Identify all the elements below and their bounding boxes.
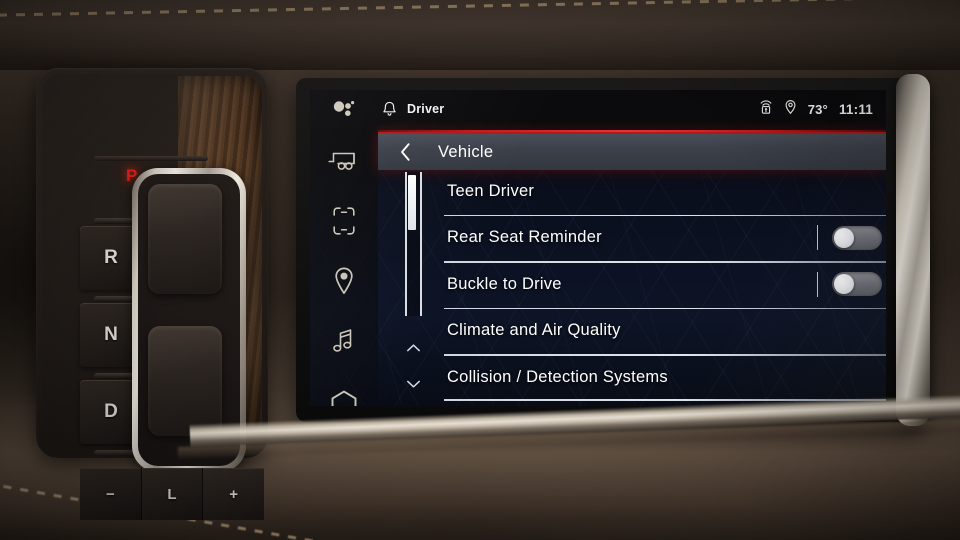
chevron-down-icon[interactable] [400,370,426,398]
page-header: Vehicle [378,132,886,170]
list-item-control [816,271,887,297]
list-item-label: Teen Driver [447,181,535,200]
list-item-label: Collision / Detection Systems [447,367,668,386]
status-bar: Driver 73° 11:11 [310,90,886,128]
scrollbar-thumb[interactable] [407,174,416,230]
shifter-rocker-upper[interactable] [148,184,222,294]
bell-icon[interactable] [382,101,397,117]
sidebar-item-audio[interactable] [323,324,365,358]
control-divider [816,271,818,297]
scrollbar-track[interactable] [404,172,422,316]
sidebar-item-trailering[interactable] [323,144,365,178]
list-item[interactable]: Buckle to Drive [444,261,886,308]
toggle-knob [834,227,854,248]
apps-dots-icon[interactable] [310,100,378,118]
list-item[interactable]: Collision / Detection Systems [444,354,886,401]
list-item[interactable]: Teen Driver [444,168,886,215]
list-scrollbar[interactable] [396,172,430,406]
back-button[interactable] [378,134,432,170]
shifter-rocker-lower[interactable] [148,326,222,436]
list-item-label: Rear Seat Reminder [447,228,602,247]
list-item-label: Climate and Air Quality [447,321,621,340]
infotainment-screen[interactable]: Driver 73° 11:11 Vehicle Teen Driver Rea… [310,90,886,406]
list-item-control [816,225,887,251]
page-title: Vehicle [438,142,494,161]
toggle-knob [834,274,854,295]
list-item[interactable]: Climate and Air Quality [444,307,886,355]
location-pin-icon[interactable] [784,99,797,120]
wifi-hotspot-icon[interactable] [759,99,773,120]
clock-readout: 11:11 [838,101,873,117]
profile-label[interactable]: Driver [407,102,444,116]
buckle-to-drive-toggle[interactable] [832,272,882,297]
settings-list: Teen Driver Rear Seat Reminder Buckle to… [444,168,886,406]
list-item[interactable]: Rear Seat Reminder [444,214,887,262]
gear-shifter-console: P R N D − L + [36,68,268,520]
sidebar-item-home[interactable] [323,384,365,406]
park-slot [94,156,208,161]
range-button-row: − L + [80,468,265,520]
sidebar-item-phone-projection[interactable] [323,204,365,238]
temperature-readout: 73° [807,101,828,117]
range-minus-button[interactable]: − [80,468,142,520]
bezel-chrome-trim [896,74,930,426]
sidebar-rail [310,128,378,406]
chevron-up-icon[interactable] [400,334,426,362]
range-plus-button[interactable]: + [203,468,265,520]
rear-seat-reminder-toggle[interactable] [832,225,882,250]
control-divider [816,225,818,251]
sidebar-item-navigation[interactable] [323,264,365,298]
list-item-label: Buckle to Drive [447,274,562,293]
status-indicators: 73° 11:11 [759,99,886,120]
infotainment-screenshot: P R N D − L + Driver 73° 11:11 Vehicle T… [0,0,960,540]
low-range-button[interactable]: L [141,468,204,520]
